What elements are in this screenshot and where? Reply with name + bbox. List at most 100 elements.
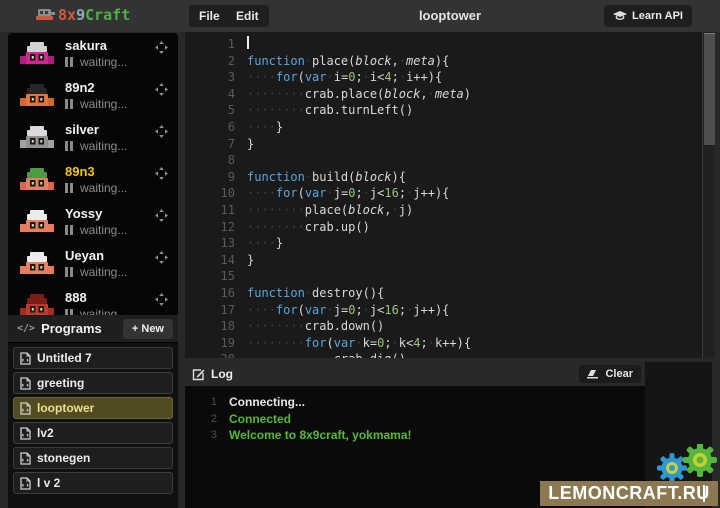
code-text: ········place(block,·j) (235, 202, 413, 219)
line-number: 3 (185, 69, 235, 86)
move-icon[interactable] (155, 209, 168, 222)
code-line[interactable]: 7} (185, 136, 702, 153)
player-name: silver (65, 122, 99, 137)
move-icon[interactable] (155, 251, 168, 264)
learn-api-label: Learn API (632, 10, 683, 22)
code-line[interactable]: 4········crab.place(block,·meta) (185, 86, 702, 103)
player-avatar-icon (20, 167, 54, 194)
player-avatar-icon (20, 41, 54, 68)
player-row[interactable]: 89n3waiting... (8, 159, 178, 201)
player-avatar-icon (20, 209, 54, 236)
player-status: waiting... (65, 265, 127, 279)
code-line[interactable]: 8 (185, 152, 702, 169)
code-line[interactable]: 15 (185, 268, 702, 285)
player-name: 89n2 (65, 80, 95, 95)
player-avatar-icon (20, 125, 54, 152)
graduation-cap-icon (613, 11, 627, 21)
code-line[interactable]: 16function·destroy(){ (185, 285, 702, 302)
code-line[interactable]: 10····for(var·j=0;·j<16;·j++){ (185, 185, 702, 202)
move-icon[interactable] (155, 83, 168, 96)
program-label: looptower (37, 401, 94, 415)
line-number: 7 (185, 136, 235, 153)
code-line[interactable]: 5········crab.turnLeft() (185, 102, 702, 119)
line-number: 10 (185, 185, 235, 202)
code-text: ····for(var·j=0;·j<16;·j++){ (235, 302, 449, 319)
line-number: 13 (185, 235, 235, 252)
scrollbar-thumb[interactable] (704, 33, 715, 145)
code-line[interactable]: 14} (185, 252, 702, 269)
player-row[interactable]: Yossywaiting... (8, 201, 178, 243)
learn-api-button[interactable]: Learn API (604, 5, 692, 27)
code-line[interactable]: 20············crab.dig() (185, 351, 702, 358)
code-line[interactable]: 11········place(block,·j) (185, 202, 702, 219)
editor-scrollbar[interactable] (702, 32, 715, 358)
player-name: Ueyan (65, 248, 104, 263)
program-label: greeting (37, 376, 84, 390)
player-row[interactable]: 888waiting... (8, 285, 178, 315)
log-entry: 3Welcome to 8x9craft, yokmama! (185, 428, 645, 445)
line-number: 19 (185, 335, 235, 352)
program-file-icon (20, 402, 31, 415)
move-icon[interactable] (155, 41, 168, 54)
top-bar: 8x9Craft File Edit looptower Learn API (0, 0, 720, 32)
app-logo: 8x9Craft (36, 6, 130, 24)
code-lines: 12function·place(block,·meta){3····for(v… (185, 36, 702, 358)
code-line[interactable]: 12········crab.up() (185, 219, 702, 236)
program-file-icon (20, 352, 31, 365)
program-file-icon (20, 452, 31, 465)
code-text: function·place(block,·meta){ (235, 53, 449, 70)
code-line[interactable]: 17····for(var·j=0;·j<16;·j++){ (185, 302, 702, 319)
player-status: waiting... (65, 223, 127, 237)
code-text: ········crab.down() (235, 318, 384, 335)
player-name: sakura (65, 38, 107, 53)
line-number: 18 (185, 318, 235, 335)
program-file-icon (20, 377, 31, 390)
code-editor[interactable]: 12function·place(block,·meta){3····for(v… (185, 32, 715, 358)
code-line[interactable]: 6····} (185, 119, 702, 136)
player-row[interactable]: Ueyan waiting... (8, 243, 178, 285)
code-line[interactable]: 18········crab.down() (185, 318, 702, 335)
log-message: Connecting... (217, 395, 305, 412)
code-text: } (235, 136, 254, 153)
pause-icon (65, 181, 75, 195)
program-item[interactable]: looptower (13, 397, 173, 419)
player-avatar-icon (20, 293, 54, 315)
line-number: 8 (185, 152, 235, 169)
code-line[interactable]: 2function·place(block,·meta){ (185, 53, 702, 70)
player-status: waiting... (65, 139, 127, 153)
program-item[interactable]: stonegen (13, 447, 173, 469)
code-icon: </> (17, 323, 35, 334)
code-line[interactable]: 13····} (185, 235, 702, 252)
code-line[interactable]: 3····for(var·i=0;·i<4;·i++){ (185, 69, 702, 86)
program-item[interactable]: l v 2 (13, 472, 173, 494)
move-icon[interactable] (155, 293, 168, 306)
gear-icons (646, 444, 720, 486)
watermark-cursor-mark (703, 485, 705, 502)
code-line[interactable]: 9function·build(block){ (185, 169, 702, 186)
new-program-button[interactable]: + New (123, 319, 173, 339)
player-avatar-icon (20, 251, 54, 278)
program-label: lv2 (37, 426, 54, 440)
move-icon[interactable] (155, 167, 168, 180)
program-item[interactable]: Untitled 7 (13, 347, 173, 369)
line-number: 9 (185, 169, 235, 186)
log-entry: 1Connecting... (185, 395, 645, 412)
program-item[interactable]: greeting (13, 372, 173, 394)
code-line[interactable]: 19········for(var·k=0;·k<4;·k++){ (185, 335, 702, 352)
log-line-number: 1 (185, 395, 217, 412)
code-text: ····for(var·i=0;·i<4;·i++){ (235, 69, 442, 86)
line-number: 12 (185, 219, 235, 236)
player-row[interactable]: silver waiting... (8, 117, 178, 159)
line-number: 5 (185, 102, 235, 119)
clear-log-button[interactable]: Clear (579, 365, 641, 383)
player-row[interactable]: 89n2waiting... (8, 75, 178, 117)
player-list: sakurawaiting... 89n2waiting... silverwa… (8, 33, 178, 315)
program-item[interactable]: lv2 (13, 422, 173, 444)
code-text: function·destroy(){ (235, 285, 384, 302)
player-status: waiting... (65, 307, 127, 315)
code-line[interactable]: 1 (185, 36, 702, 53)
player-row[interactable]: sakurawaiting... (8, 33, 178, 75)
line-number: 2 (185, 53, 235, 70)
move-icon[interactable] (155, 125, 168, 138)
player-avatar-icon (20, 83, 54, 110)
